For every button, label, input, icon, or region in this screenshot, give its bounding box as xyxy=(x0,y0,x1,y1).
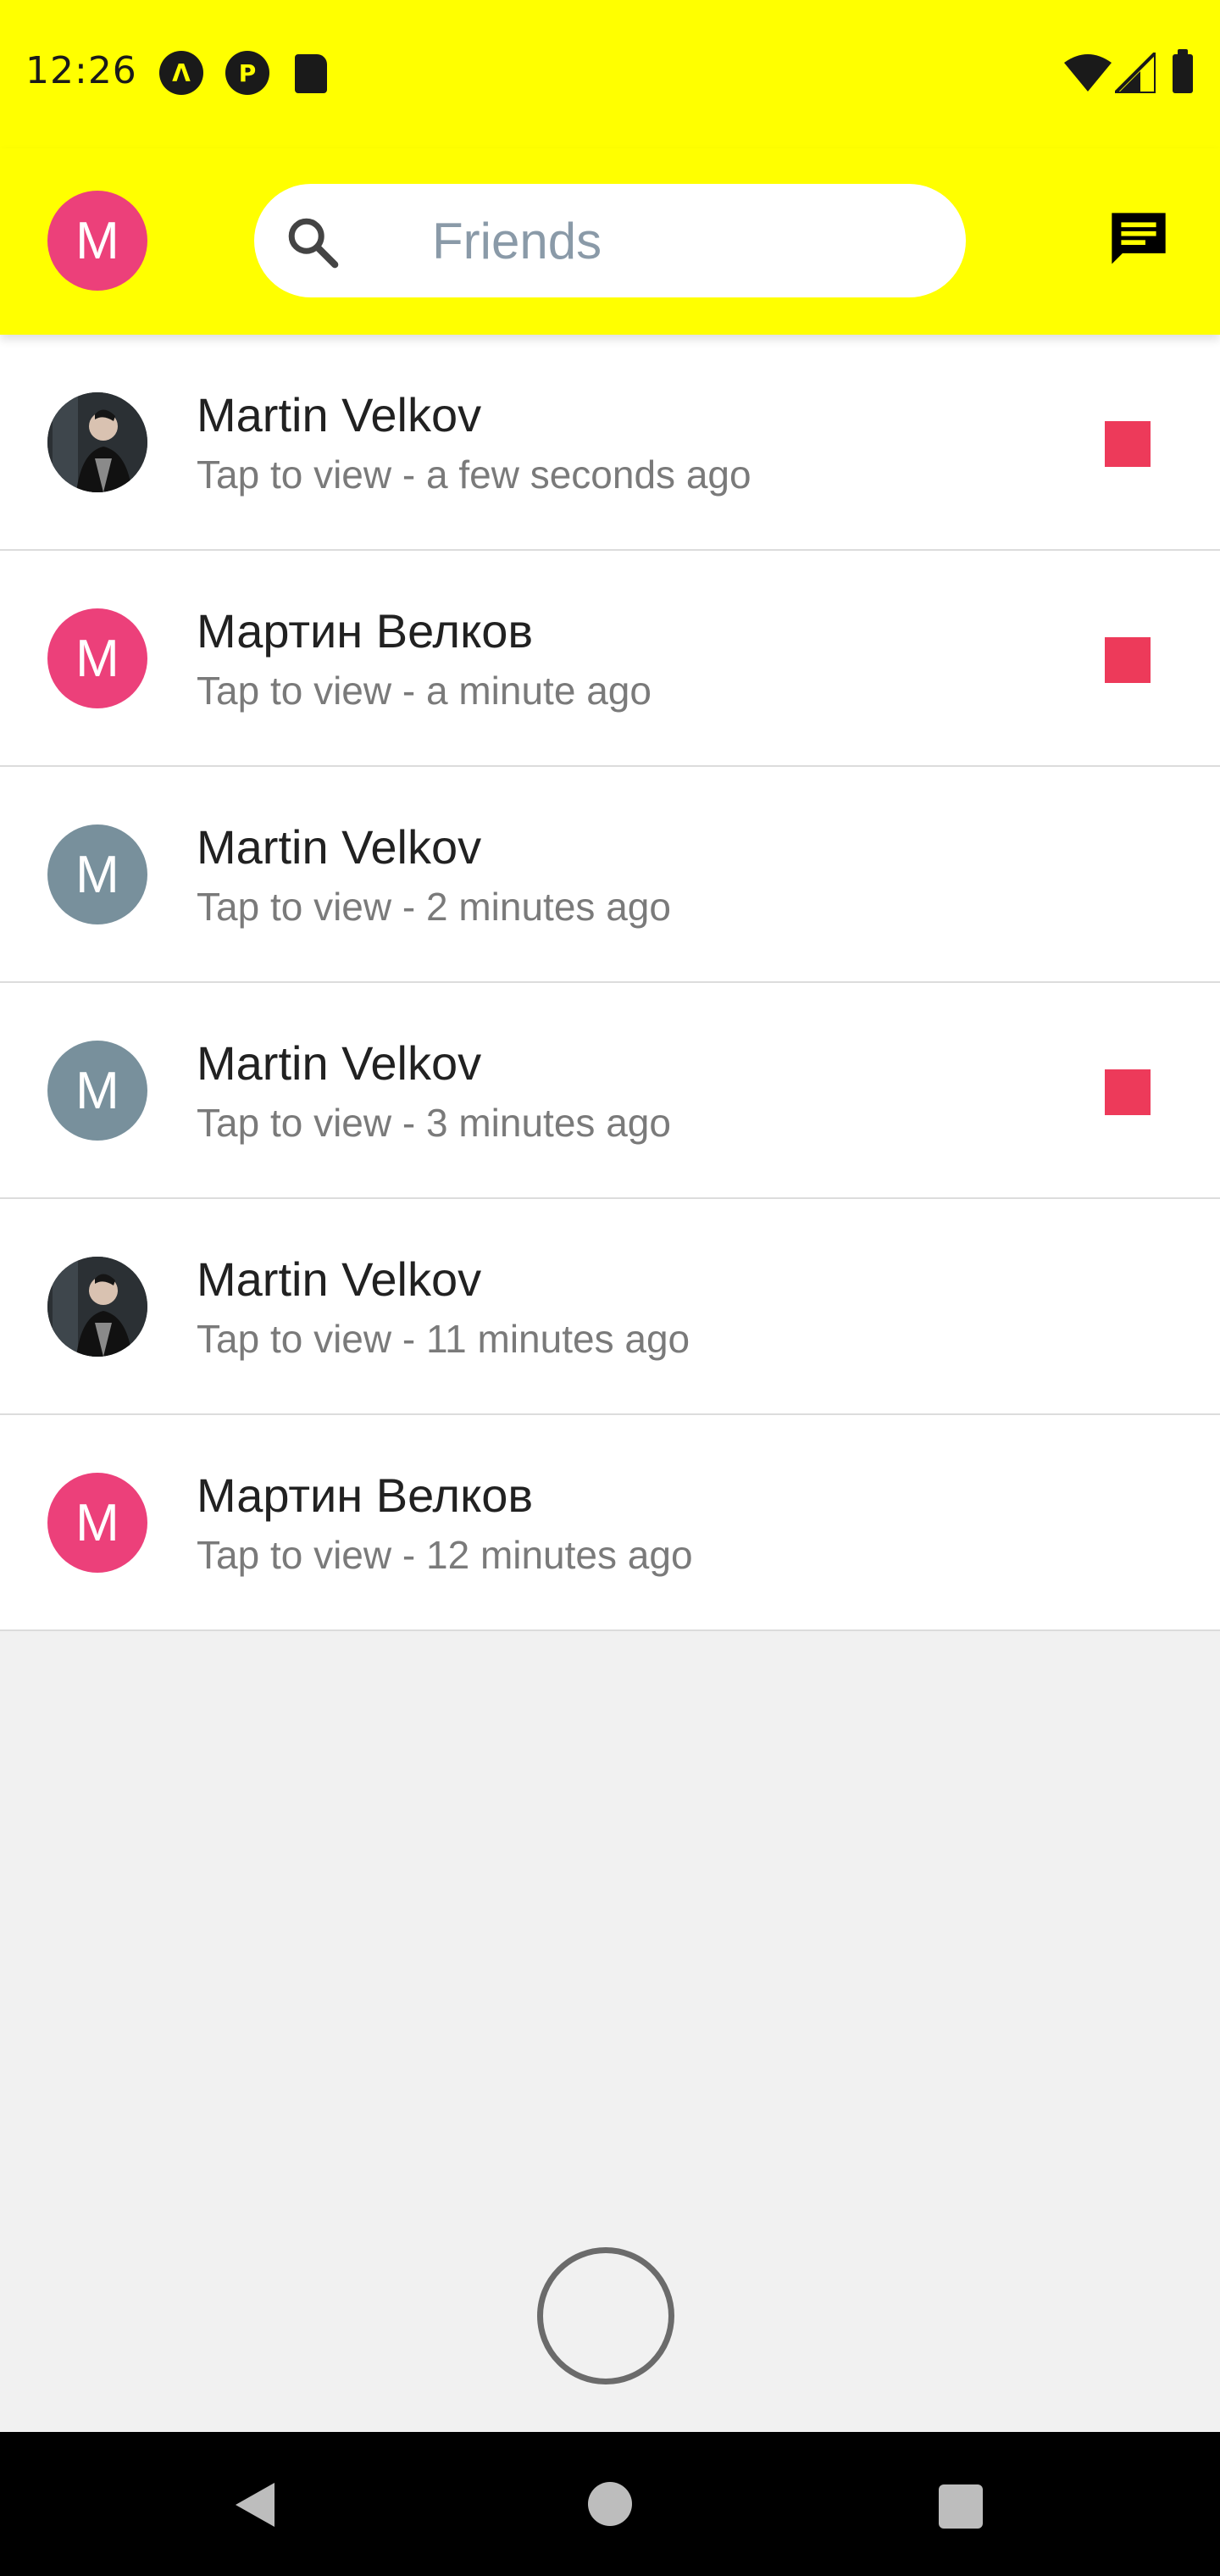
unread-snap-icon xyxy=(1105,1069,1151,1115)
friend-initial: M xyxy=(75,845,119,904)
status-time: 12:26 xyxy=(25,49,137,92)
friends-list: Martin Velkov Tap to view - a few second… xyxy=(0,335,1220,1631)
friend-photo-avatar xyxy=(47,1257,147,1357)
person-photo-icon xyxy=(47,392,147,492)
search-input[interactable] xyxy=(432,184,907,297)
friend-initial: M xyxy=(75,1061,119,1120)
friend-status: Tap to view - 3 minutes ago xyxy=(197,1101,671,1145)
friend-photo-avatar xyxy=(47,392,147,492)
friend-name: Martin Velkov xyxy=(197,1252,482,1306)
unread-snap-icon xyxy=(1105,637,1151,683)
friend-name: Мартин Велков xyxy=(197,1468,534,1522)
friend-status: Tap to view - a few seconds ago xyxy=(197,452,751,497)
friend-name: Martin Velkov xyxy=(197,820,482,874)
recents-icon[interactable] xyxy=(939,2484,983,2529)
friend-name: Мартин Велков xyxy=(197,604,534,658)
friend-avatar: M xyxy=(47,824,147,924)
friend-avatar: M xyxy=(47,608,147,708)
app-header: M xyxy=(0,148,1220,335)
friend-row[interactable]: Martin Velkov Tap to view - 11 minutes a… xyxy=(0,1199,1220,1415)
wifi-icon xyxy=(1064,54,1112,92)
friend-status: Tap to view - 11 minutes ago xyxy=(197,1317,690,1361)
friend-row[interactable]: M Martin Velkov Tap to view - 2 minutes … xyxy=(0,767,1220,983)
friend-status: Tap to view - 2 minutes ago xyxy=(197,885,671,929)
home-icon[interactable] xyxy=(588,2482,632,2526)
capture-button[interactable] xyxy=(537,2247,674,2384)
friend-name: Martin Velkov xyxy=(197,388,482,441)
profile-avatar[interactable]: M xyxy=(47,191,147,291)
sd-card-icon xyxy=(295,54,327,93)
person-photo-icon xyxy=(47,1257,147,1357)
friend-initial: M xyxy=(75,1493,119,1552)
search-bar[interactable] xyxy=(254,184,966,297)
notification-a-icon: Λ xyxy=(159,51,203,95)
battery-icon xyxy=(1173,49,1193,93)
friend-row[interactable]: Martin Velkov Tap to view - a few second… xyxy=(0,335,1220,551)
friend-row[interactable]: M Мартин Велков Tap to view - 12 minutes… xyxy=(0,1415,1220,1631)
friend-status: Tap to view - a minute ago xyxy=(197,669,652,713)
friend-avatar: M xyxy=(47,1473,147,1573)
back-icon[interactable] xyxy=(230,2479,278,2530)
signal-icon xyxy=(1115,53,1156,93)
notification-p-icon: P xyxy=(225,51,269,95)
chat-icon[interactable] xyxy=(1106,208,1171,272)
friend-avatar: M xyxy=(47,1041,147,1141)
status-bar: 12:26 Λ P xyxy=(0,0,1220,148)
profile-initial: M xyxy=(75,211,119,270)
friend-initial: M xyxy=(75,629,119,688)
friend-row[interactable]: M Martin Velkov Tap to view - 3 minutes … xyxy=(0,983,1220,1199)
search-icon xyxy=(288,218,339,269)
unread-snap-icon xyxy=(1105,421,1151,467)
friend-row[interactable]: M Мартин Велков Tap to view - a minute a… xyxy=(0,551,1220,767)
friend-name: Martin Velkov xyxy=(197,1036,482,1090)
friend-status: Tap to view - 12 minutes ago xyxy=(197,1533,693,1577)
